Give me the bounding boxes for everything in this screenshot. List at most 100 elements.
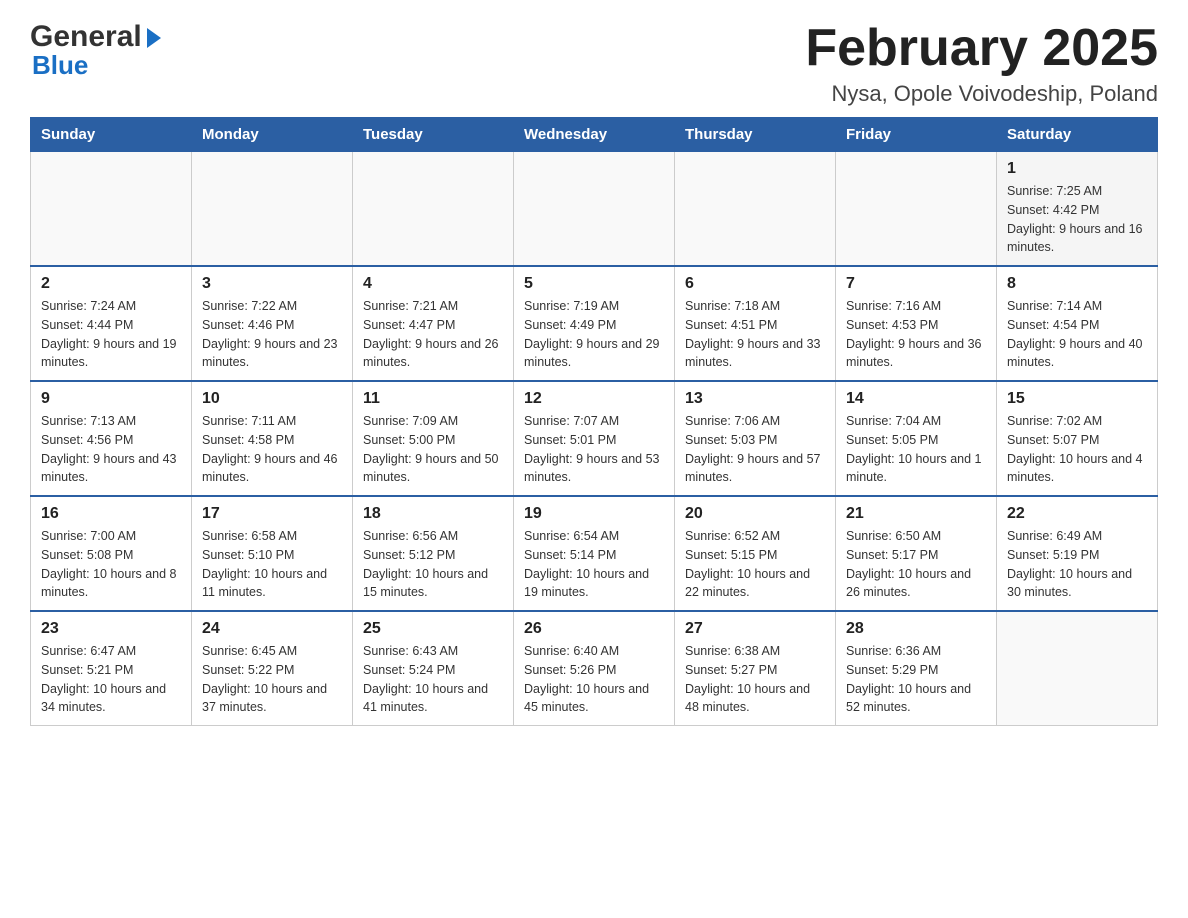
calendar-cell: 14 Sunrise: 7:04 AMSunset: 5:05 PMDayligh… (836, 381, 997, 496)
calendar-cell: 6 Sunrise: 7:18 AMSunset: 4:51 PMDaylight… (675, 266, 836, 381)
day-number: 21 (846, 505, 986, 523)
day-number: 11 (363, 390, 503, 408)
calendar-cell: 2 Sunrise: 7:24 AMSunset: 4:44 PMDaylight… (31, 266, 192, 381)
calendar-cell: 26 Sunrise: 6:40 AMSunset: 5:26 PMDayligh… (514, 611, 675, 726)
day-number: 14 (846, 390, 986, 408)
calendar-cell: 4 Sunrise: 7:21 AMSunset: 4:47 PMDaylight… (353, 266, 514, 381)
day-info: Sunrise: 7:07 AMSunset: 5:01 PMDaylight:… (524, 412, 664, 487)
day-number: 4 (363, 275, 503, 293)
day-info: Sunrise: 6:38 AMSunset: 5:27 PMDaylight:… (685, 642, 825, 717)
calendar-cell: 9 Sunrise: 7:13 AMSunset: 4:56 PMDaylight… (31, 381, 192, 496)
week-row-5: 23 Sunrise: 6:47 AMSunset: 5:21 PMDayligh… (31, 611, 1158, 726)
day-number: 23 (41, 620, 181, 638)
day-info: Sunrise: 7:02 AMSunset: 5:07 PMDaylight:… (1007, 412, 1147, 487)
calendar-cell: 7 Sunrise: 7:16 AMSunset: 4:53 PMDaylight… (836, 266, 997, 381)
calendar-cell: 18 Sunrise: 6:56 AMSunset: 5:12 PMDayligh… (353, 496, 514, 611)
day-info: Sunrise: 7:18 AMSunset: 4:51 PMDaylight:… (685, 297, 825, 372)
calendar-cell (675, 152, 836, 267)
day-number: 25 (363, 620, 503, 638)
day-number: 18 (363, 505, 503, 523)
calendar-cell: 16 Sunrise: 7:00 AMSunset: 5:08 PMDayligh… (31, 496, 192, 611)
day-number: 27 (685, 620, 825, 638)
day-info: Sunrise: 6:56 AMSunset: 5:12 PMDaylight:… (363, 527, 503, 602)
day-number: 28 (846, 620, 986, 638)
calendar-cell: 20Sunrise: 6:52 AMSunset: 5:15 PMDayligh… (675, 496, 836, 611)
week-row-4: 16 Sunrise: 7:00 AMSunset: 5:08 PMDayligh… (31, 496, 1158, 611)
calendar-cell: 12 Sunrise: 7:07 AMSunset: 5:01 PMDayligh… (514, 381, 675, 496)
calendar-cell (192, 152, 353, 267)
day-info: Sunrise: 7:21 AMSunset: 4:47 PMDaylight:… (363, 297, 503, 372)
title-area: February 2025 Nysa, Opole Voivodeship, P… (805, 20, 1158, 107)
day-info: Sunrise: 6:58 AMSunset: 5:10 PMDaylight:… (202, 527, 342, 602)
day-info: Sunrise: 6:40 AMSunset: 5:26 PMDaylight:… (524, 642, 664, 717)
weekday-header-saturday: Saturday (997, 118, 1158, 152)
day-info: Sunrise: 6:45 AMSunset: 5:22 PMDaylight:… (202, 642, 342, 717)
logo-arrow-icon (147, 28, 161, 48)
day-number: 3 (202, 275, 342, 293)
location: Nysa, Opole Voivodeship, Poland (805, 81, 1158, 107)
day-info: Sunrise: 7:06 AMSunset: 5:03 PMDaylight:… (685, 412, 825, 487)
week-row-1: 1 Sunrise: 7:25 AMSunset: 4:42 PMDaylight… (31, 152, 1158, 267)
day-info: Sunrise: 6:36 AMSunset: 5:29 PMDaylight:… (846, 642, 986, 717)
calendar-cell: 13 Sunrise: 7:06 AMSunset: 5:03 PMDayligh… (675, 381, 836, 496)
week-row-2: 2 Sunrise: 7:24 AMSunset: 4:44 PMDaylight… (31, 266, 1158, 381)
day-number: 24 (202, 620, 342, 638)
day-info: Sunrise: 7:04 AMSunset: 5:05 PMDaylight:… (846, 412, 986, 487)
day-number: 2 (41, 275, 181, 293)
day-info: Sunrise: 6:47 AMSunset: 5:21 PMDaylight:… (41, 642, 181, 717)
day-info: Sunrise: 7:19 AMSunset: 4:49 PMDaylight:… (524, 297, 664, 372)
day-info: Sunrise: 7:13 AMSunset: 4:56 PMDaylight:… (41, 412, 181, 487)
calendar-cell: 17 Sunrise: 6:58 AMSunset: 5:10 PMDayligh… (192, 496, 353, 611)
logo-general: General (30, 20, 142, 54)
weekday-header-friday: Friday (836, 118, 997, 152)
calendar-cell: 8Sunrise: 7:14 AMSunset: 4:54 PMDaylight… (997, 266, 1158, 381)
day-number: 22 (1007, 505, 1147, 523)
day-info: Sunrise: 7:22 AMSunset: 4:46 PMDaylight:… (202, 297, 342, 372)
calendar-cell: 22 Sunrise: 6:49 AMSunset: 5:19 PMDayligh… (997, 496, 1158, 611)
calendar-cell: 10 Sunrise: 7:11 AMSunset: 4:58 PMDayligh… (192, 381, 353, 496)
calendar-cell: 21 Sunrise: 6:50 AMSunset: 5:17 PMDayligh… (836, 496, 997, 611)
day-number: 19 (524, 505, 664, 523)
day-info: Sunrise: 7:16 AMSunset: 4:53 PMDaylight:… (846, 297, 986, 372)
day-info: Sunrise: 7:25 AMSunset: 4:42 PMDaylight:… (1007, 182, 1147, 257)
calendar-cell (836, 152, 997, 267)
day-number: 7 (846, 275, 986, 293)
day-number: 13 (685, 390, 825, 408)
day-info: Sunrise: 7:24 AMSunset: 4:44 PMDaylight:… (41, 297, 181, 372)
day-number: 26 (524, 620, 664, 638)
weekday-header-monday: Monday (192, 118, 353, 152)
calendar-cell: 25 Sunrise: 6:43 AMSunset: 5:24 PMDayligh… (353, 611, 514, 726)
calendar-cell: 19Sunrise: 6:54 AMSunset: 5:14 PMDayligh… (514, 496, 675, 611)
day-number: 17 (202, 505, 342, 523)
day-number: 16 (41, 505, 181, 523)
calendar-cell: 27 Sunrise: 6:38 AMSunset: 5:27 PMDayligh… (675, 611, 836, 726)
calendar-cell (514, 152, 675, 267)
day-info: Sunrise: 6:50 AMSunset: 5:17 PMDaylight:… (846, 527, 986, 602)
logo-blue-text: Blue (32, 50, 88, 81)
calendar-header-row: SundayMondayTuesdayWednesdayThursdayFrid… (31, 118, 1158, 152)
calendar-cell: 24 Sunrise: 6:45 AMSunset: 5:22 PMDayligh… (192, 611, 353, 726)
day-info: Sunrise: 6:43 AMSunset: 5:24 PMDaylight:… (363, 642, 503, 717)
calendar-cell (353, 152, 514, 267)
day-number: 10 (202, 390, 342, 408)
calendar-cell (997, 611, 1158, 726)
day-number: 5 (524, 275, 664, 293)
weekday-header-wednesday: Wednesday (514, 118, 675, 152)
calendar-cell: 11Sunrise: 7:09 AMSunset: 5:00 PMDayligh… (353, 381, 514, 496)
day-number: 9 (41, 390, 181, 408)
day-info: Sunrise: 7:11 AMSunset: 4:58 PMDaylight:… (202, 412, 342, 487)
page-header: General Blue February 2025 Nysa, Opole V… (30, 20, 1158, 107)
logo-text: General (30, 20, 161, 54)
day-number: 12 (524, 390, 664, 408)
day-number: 6 (685, 275, 825, 293)
day-number: 20 (685, 505, 825, 523)
day-number: 8 (1007, 275, 1147, 293)
logo: General Blue (30, 20, 161, 81)
calendar-cell: 15Sunrise: 7:02 AMSunset: 5:07 PMDayligh… (997, 381, 1158, 496)
day-info: Sunrise: 6:49 AMSunset: 5:19 PMDaylight:… (1007, 527, 1147, 602)
day-number: 1 (1007, 160, 1147, 178)
calendar-cell: 1 Sunrise: 7:25 AMSunset: 4:42 PMDaylight… (997, 152, 1158, 267)
calendar-cell: 5 Sunrise: 7:19 AMSunset: 4:49 PMDaylight… (514, 266, 675, 381)
day-info: Sunrise: 7:00 AMSunset: 5:08 PMDaylight:… (41, 527, 181, 602)
month-title: February 2025 (805, 20, 1158, 77)
